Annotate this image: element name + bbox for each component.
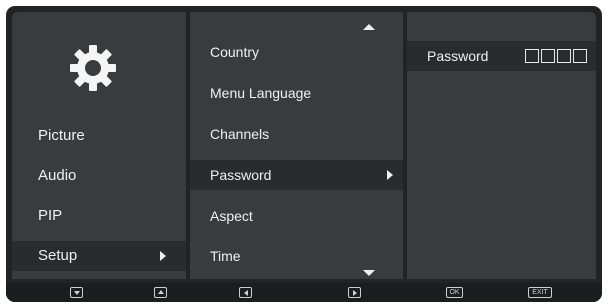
ok-button[interactable]: OK: [446, 287, 463, 298]
submenu-item-country[interactable]: Country: [190, 37, 403, 67]
exit-button[interactable]: EXIT: [528, 287, 552, 298]
up-button[interactable]: [154, 287, 167, 298]
up-triangle-icon: [158, 290, 164, 294]
down-triangle-icon: [74, 291, 80, 295]
ok-button-label: OK: [449, 289, 460, 296]
password-label: Password: [427, 48, 489, 64]
gear-icon: [70, 45, 116, 91]
submenu-item-label: Menu Language: [210, 85, 312, 101]
down-button[interactable]: [70, 287, 83, 298]
menu-item-setup[interactable]: Setup: [12, 241, 186, 271]
menu-item-audio[interactable]: Audio: [38, 161, 186, 191]
chevron-right-icon: [387, 170, 393, 180]
left-triangle-icon: [244, 290, 248, 296]
submenu-item-password[interactable]: Password: [190, 160, 403, 190]
right-triangle-icon: [353, 290, 357, 296]
password-digit-box: [525, 49, 539, 63]
submenu-item-aspect[interactable]: Aspect: [190, 201, 403, 231]
setup-submenu-column: Country Menu Language Channels Password …: [190, 12, 403, 279]
submenu-item-label: Time: [210, 248, 241, 264]
submenu-item-label: Aspect: [210, 208, 253, 224]
scroll-up-arrow-icon[interactable]: [363, 24, 375, 30]
submenu-item-label: Channels: [210, 126, 270, 142]
scroll-down-arrow-icon[interactable]: [363, 270, 375, 276]
password-input[interactable]: [525, 49, 589, 65]
password-panel: Password: [407, 12, 596, 279]
password-digit-box: [557, 49, 571, 63]
password-row[interactable]: Password: [407, 41, 596, 71]
left-button[interactable]: [239, 287, 252, 298]
menu-item-pip[interactable]: PIP: [38, 201, 186, 231]
chevron-right-icon: [160, 251, 166, 261]
password-digit-box: [541, 49, 555, 63]
submenu-item-label: Country: [210, 44, 260, 60]
bottom-button-bar: OK EXIT: [6, 283, 602, 302]
exit-button-label: EXIT: [532, 289, 548, 296]
menu-item-label: Picture: [38, 127, 85, 144]
submenu-item-label: Password: [210, 167, 272, 183]
tv-menu-screen: Picture Audio PIP Setup Country Menu Lan…: [6, 6, 602, 302]
menu-item-picture[interactable]: Picture: [38, 121, 186, 151]
menu-item-label: Audio: [38, 167, 77, 184]
submenu-item-channels[interactable]: Channels: [190, 119, 403, 149]
password-digit-box: [573, 49, 587, 63]
menu-item-label: Setup: [38, 247, 78, 264]
submenu-item-menu-language[interactable]: Menu Language: [190, 78, 403, 108]
submenu-item-time[interactable]: Time: [190, 241, 403, 271]
menu-item-label: PIP: [38, 207, 63, 224]
main-menu-column: Picture Audio PIP Setup: [12, 12, 186, 279]
right-button[interactable]: [348, 287, 361, 298]
